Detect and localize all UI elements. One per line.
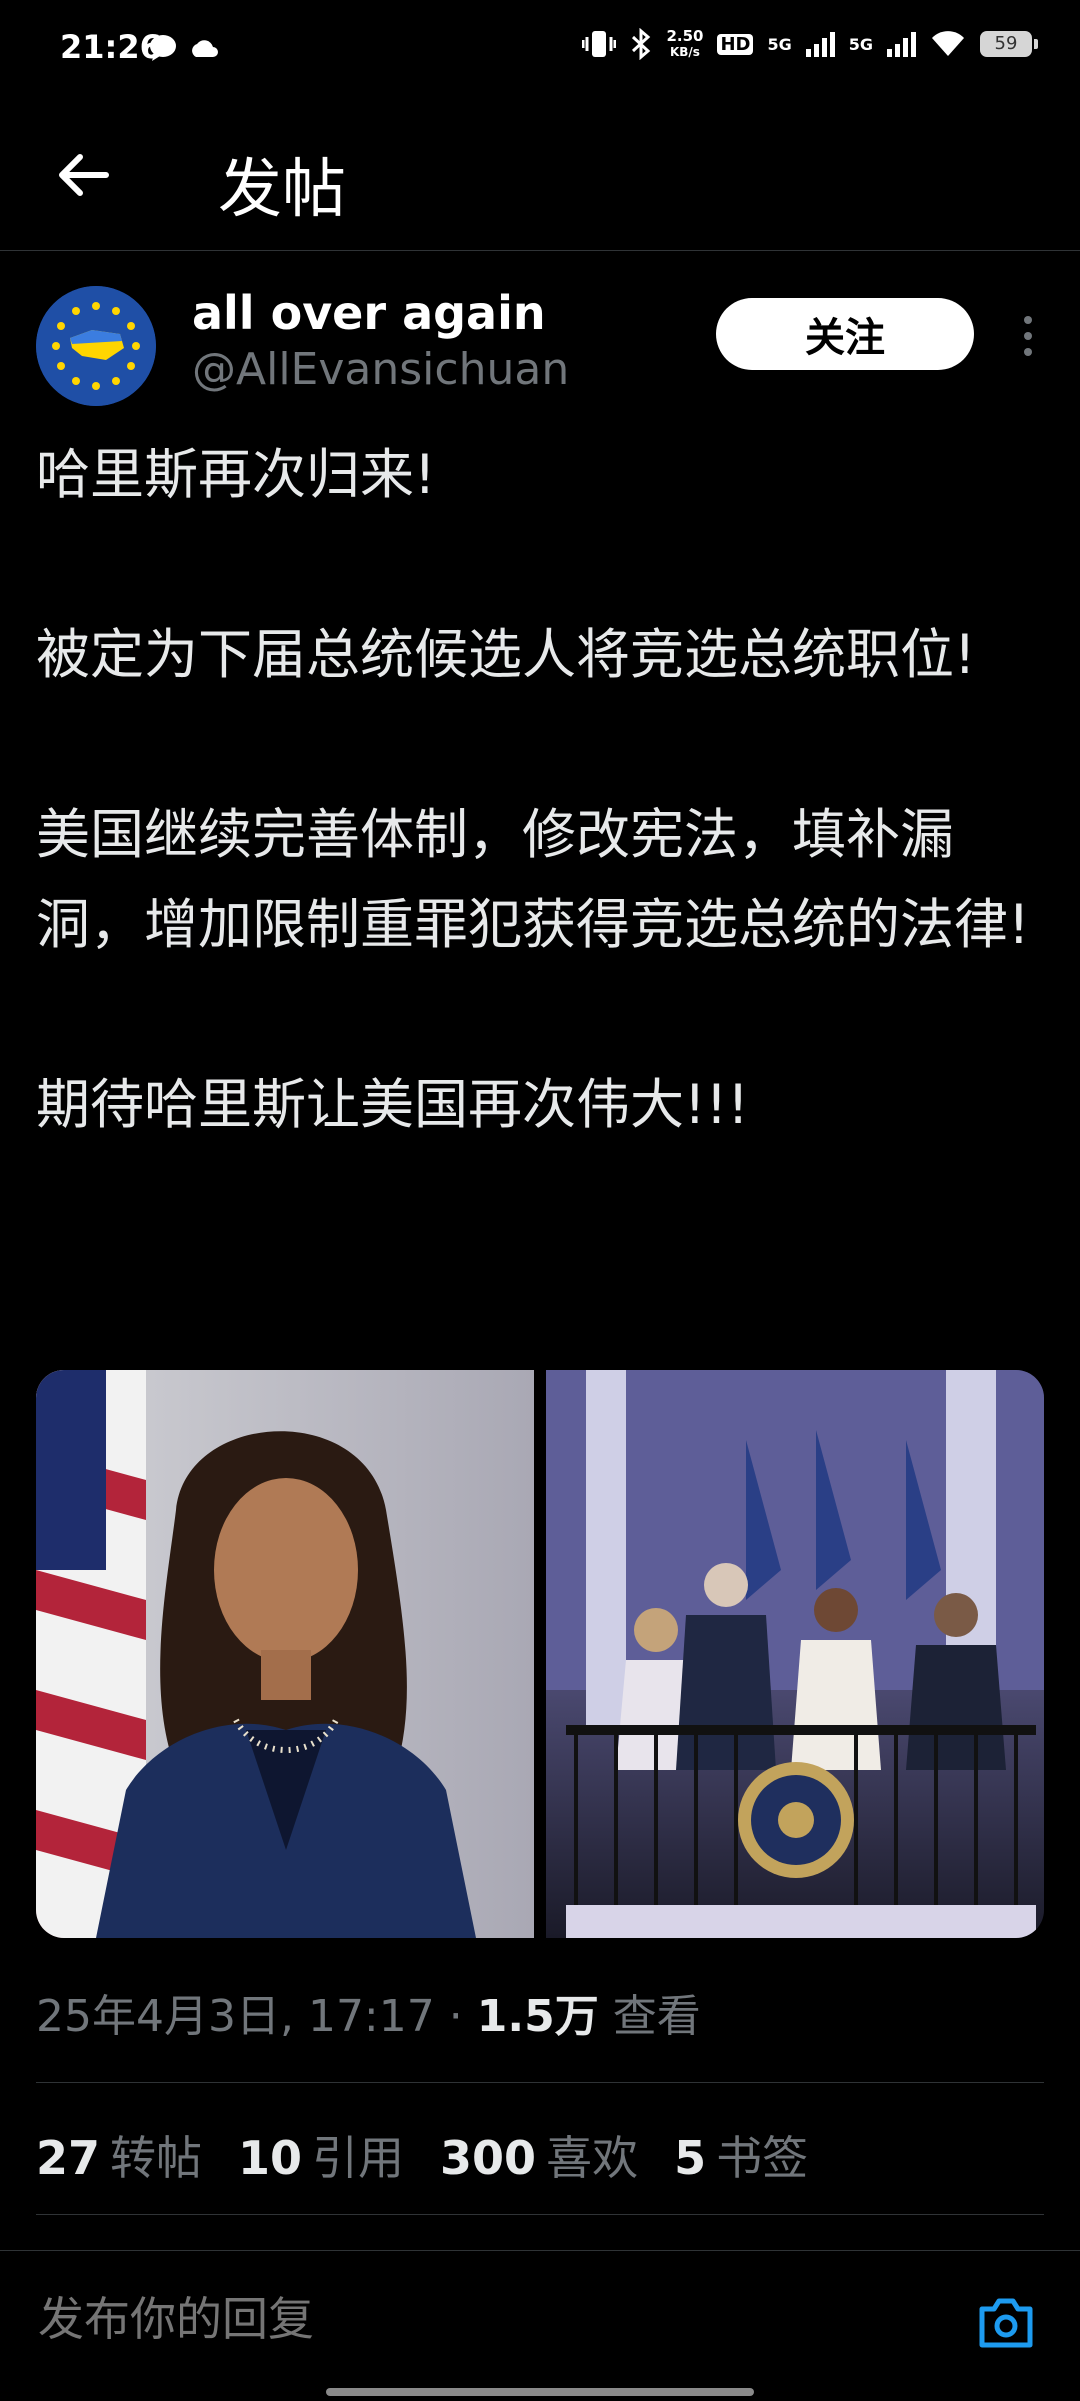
post-paragraph: 美国继续完善体制，修改宪法，填补漏洞，增加限制重罪犯获得竞选总统的法律! — [36, 803, 1030, 956]
reply-input[interactable] — [36, 2291, 900, 2347]
bookmarks-label: 书签 — [716, 2131, 809, 2185]
status-notification-icons — [148, 34, 220, 62]
divider — [36, 2082, 1044, 2083]
battery-icon: 59 — [980, 31, 1038, 57]
post-paragraph: 期待哈里斯让美国再次伟大!!! — [36, 1073, 749, 1136]
likes-label: 喜欢 — [546, 2131, 639, 2185]
quotes-stat[interactable]: 10 引用 — [238, 2122, 404, 2188]
more-options-button[interactable] — [1008, 306, 1048, 366]
speed-value: 2.50 — [666, 27, 704, 45]
home-indicator[interactable] — [326, 2388, 754, 2396]
hd-badge: HD — [717, 33, 754, 55]
message-icon — [150, 35, 176, 61]
status-icons: 2.50 KB/s HD 5G 5G 59 — [582, 28, 1038, 60]
reposts-stat[interactable]: 27 转帖 — [36, 2122, 202, 2188]
post-timestamp: 25年4月3日, 17:17 — [36, 1991, 435, 2042]
signal-icon — [805, 31, 835, 57]
quotes-label: 引用 — [312, 2131, 405, 2185]
reposts-label: 转帖 — [110, 2131, 203, 2185]
bookmarks-stat[interactable]: 5 书签 — [674, 2122, 808, 2188]
network-speed: 2.50 KB/s — [666, 28, 703, 60]
author-handle[interactable]: @AllEvansichuan — [192, 344, 569, 395]
likes-stat[interactable]: 300 喜欢 — [440, 2122, 638, 2188]
reposts-count: 27 — [36, 2131, 101, 2185]
media-photo-portrait[interactable] — [36, 1370, 534, 1938]
status-time: 21:26 — [60, 28, 162, 66]
balcony-photo-image — [546, 1370, 1044, 1938]
camera-button[interactable] — [974, 2291, 1038, 2355]
post-author: all over again @AllEvansichuan 关注 — [36, 286, 1046, 416]
reply-bar — [0, 2250, 1080, 2401]
follow-button[interactable]: 关注 — [716, 298, 974, 370]
media-photo-balcony[interactable] — [546, 1370, 1044, 1938]
more-dot — [1024, 332, 1032, 340]
network-type-2: 5G — [848, 34, 873, 54]
post-meta: 25年4月3日, 17:17 · 1.5万 查看 — [36, 1980, 701, 2044]
more-dot — [1024, 348, 1032, 356]
post-body: 哈里斯再次归来! 被定为下届总统候选人将竞选总统职位! 美国继续完善体制，修改宪… — [36, 430, 1046, 1150]
post-paragraph: 哈里斯再次归来! — [36, 443, 436, 506]
bluetooth-icon — [632, 28, 651, 60]
quotes-count: 10 — [238, 2131, 303, 2185]
author-display-name[interactable]: all over again — [192, 286, 546, 340]
avatar[interactable] — [36, 286, 156, 406]
engagement-stats: 27 转帖 10 引用 300 喜欢 5 书签 — [36, 2122, 808, 2188]
cloud-icon — [192, 40, 218, 57]
speed-unit: KB/s — [669, 45, 700, 59]
vibrate-icon — [582, 31, 617, 57]
portrait-photo-image — [36, 1370, 476, 1938]
views-count: 1.5万 — [476, 1991, 599, 2042]
avatar-image — [36, 286, 156, 406]
meta-separator: · — [448, 1991, 463, 2042]
post-media — [36, 1370, 1044, 1938]
likes-count: 300 — [440, 2131, 537, 2185]
network-type-1: 5G — [767, 34, 792, 54]
status-bar: 21:26 2.50 KB/s HD 5G 5G 59 — [0, 0, 1080, 100]
back-button[interactable] — [50, 140, 120, 210]
views-label: 查看 — [612, 1991, 701, 2042]
signal-icon-2 — [887, 31, 916, 57]
top-app-bar: 发帖 — [0, 100, 1080, 251]
camera-icon — [979, 2298, 1033, 2348]
divider — [36, 2214, 1044, 2215]
page-title: 发帖 — [218, 153, 346, 227]
bookmarks-count: 5 — [674, 2131, 707, 2185]
wifi-icon — [932, 31, 964, 56]
post-paragraph: 被定为下届总统候选人将竞选总统职位! — [36, 623, 976, 686]
arrow-left-icon — [59, 154, 109, 196]
more-dots-icon — [1024, 316, 1032, 324]
